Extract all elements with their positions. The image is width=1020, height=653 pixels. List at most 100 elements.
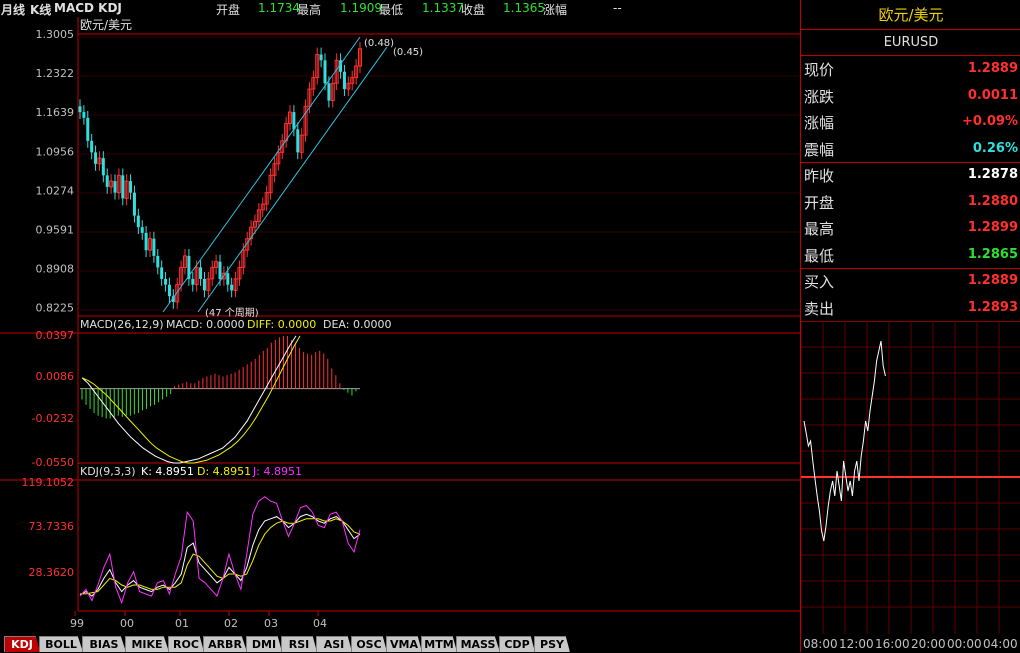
kdj-header: KDJ(9,3,3) K: 4.8951 D: 4.8951 J: 4.8951 — [80, 465, 302, 478]
tab-mtm[interactable]: MTM — [421, 636, 457, 652]
j-value-label: J: 4.8951 — [252, 465, 302, 478]
intraday-time-label: 20:00 — [911, 637, 946, 651]
price-tick-label: 1.0956 — [36, 145, 75, 158]
quote-row: 买入 1.2889 — [801, 268, 1020, 294]
indicator-tabs: KDJ BOLL BIAS MIKE ROC ARBR DMI RSI ASI OSC VMA MTM… — [0, 634, 800, 652]
time-tick-label: 03 — [264, 617, 278, 630]
candle-body — [327, 83, 331, 101]
candle-body — [121, 175, 125, 199]
tab-vma[interactable]: VMA — [386, 636, 422, 652]
chart-area[interactable]: 欧元/美元 1.3005 1.2322 1.1639 1.0956 1.0274 0.95… — [0, 17, 800, 634]
candle-body — [164, 278, 168, 285]
quote-row-label: 涨幅 — [804, 114, 835, 132]
low-value: 1.1337 — [422, 1, 464, 15]
kdj-tick-label: 119.1052 — [22, 476, 75, 489]
quote-panel: 欧元/美元 EURUSD 现价 1.2889 涨跌 0.0011 涨幅 +0.09% 震幅 0… — [800, 0, 1020, 652]
tab-roc[interactable]: ROC — [168, 636, 204, 652]
candle-body — [140, 227, 144, 233]
kdj-axis: 119.1052 73.7336 28.3620 — [22, 476, 75, 579]
candle-body — [167, 284, 171, 297]
candle-body — [319, 54, 323, 61]
time-tick-label: 02 — [224, 617, 238, 630]
tab-boll[interactable]: BOLL — [39, 636, 83, 652]
quote-row: 现价 1.2889 — [801, 56, 1020, 82]
candle-body — [342, 71, 346, 90]
quote-title: 欧元/美元 — [801, 0, 1020, 30]
price-tick-label: 1.0274 — [36, 184, 75, 197]
price-tick-label: 1.2322 — [36, 67, 75, 80]
quote-row-value: 1.2878 — [967, 167, 1018, 182]
frame — [0, 17, 800, 612]
quote-row-value: 1.2899 — [967, 220, 1018, 235]
d-value-label: D: 4.8951 — [197, 465, 251, 478]
kline-label[interactable]: K线 — [30, 1, 51, 18]
candle-body — [82, 112, 86, 118]
tab-cdp[interactable]: CDP — [499, 636, 535, 652]
quote-row: 卖出 1.2893 — [801, 295, 1020, 321]
macd-tick-label: 0.0397 — [36, 329, 75, 342]
tab-arbr[interactable]: ARBR — [203, 636, 247, 652]
quote-row-value: 1.2893 — [967, 299, 1018, 315]
price-tick-label: 0.9591 — [36, 224, 75, 237]
macd-axis: 0.0397 0.0086 -0.0232 -0.0550 — [32, 329, 74, 469]
channel-slope-label: (0.45) — [393, 47, 423, 58]
tab-mass[interactable]: MASS — [456, 636, 500, 652]
quote-row: 最低 1.2865 — [801, 242, 1020, 268]
quote-row-label: 涨跌 — [804, 87, 835, 106]
high-label: 最高 — [297, 3, 322, 17]
tab-osc[interactable]: OSC — [351, 636, 387, 652]
macd-title: MACD(26,12,9) — [80, 318, 164, 331]
candle-body — [230, 284, 234, 291]
kdj-tick-label: 28.3620 — [29, 566, 75, 579]
period-label[interactable]: 月线 — [1, 1, 25, 18]
kdj-line-d — [80, 518, 361, 595]
indicator-label[interactable]: MACD KDJ — [54, 1, 122, 15]
kdj-tick-label: 73.7336 — [29, 520, 75, 533]
candle-body — [292, 112, 296, 130]
candle-body — [152, 238, 156, 256]
quote-row-value: 0.26% — [972, 140, 1018, 156]
diff-value-label: DIFF: 0.0000 — [247, 318, 316, 331]
tab-kdj[interactable]: KDJ — [4, 636, 40, 652]
intraday-chart[interactable] — [801, 321, 1020, 634]
tab-rsi[interactable]: RSI — [281, 636, 317, 652]
intraday-time-label: 16:00 — [875, 637, 910, 651]
tab-dmi[interactable]: DMI — [246, 636, 282, 652]
quote-row: 震幅 0.26% — [801, 136, 1020, 162]
candle-body — [90, 140, 94, 153]
candle-body — [191, 278, 195, 285]
close-value: 1.1365 — [503, 1, 545, 15]
candle-body — [105, 175, 109, 187]
quote-row-label: 卖出 — [804, 299, 835, 318]
time-tick-label: 01 — [175, 617, 189, 630]
tab-bias[interactable]: BIAS — [82, 636, 126, 652]
candle-body — [323, 60, 327, 84]
price-tick-label: 1.1639 — [36, 106, 75, 119]
quote-row-label: 最高 — [804, 220, 835, 238]
macd-tick-label: -0.0550 — [32, 456, 74, 469]
main-grid — [78, 36, 800, 311]
candle-body — [132, 192, 136, 216]
tab-asi[interactable]: ASI — [316, 636, 352, 652]
tab-psy[interactable]: PSY — [534, 636, 570, 652]
time-axis: 99 00 01 02 03 04 — [70, 611, 327, 630]
change-label: 涨幅 — [543, 3, 568, 17]
quote-row: 涨幅 +0.09% — [801, 109, 1020, 135]
open-label: 开盘 — [216, 3, 241, 17]
candle-body — [144, 232, 148, 251]
intraday-time-label: 00:00 — [947, 637, 982, 651]
quote-row: 昨收 1.2878 — [801, 162, 1020, 188]
quote-row: 最高 1.2899 — [801, 215, 1020, 241]
time-tick-label: 04 — [313, 617, 327, 630]
quote-row-value: 1.2889 — [967, 61, 1018, 76]
quote-row-label: 现价 — [804, 61, 835, 79]
candle-body — [226, 273, 230, 285]
candle-body — [136, 215, 140, 228]
open-value: 1.1734 — [258, 1, 300, 15]
quote-row-value: 1.2889 — [967, 273, 1018, 288]
quote-code: EURUSD — [801, 30, 1020, 56]
quote-row-label: 开盘 — [804, 193, 835, 212]
candle-body — [129, 181, 133, 193]
tab-mike[interactable]: MIKE — [125, 636, 169, 652]
candle-body — [160, 267, 164, 279]
